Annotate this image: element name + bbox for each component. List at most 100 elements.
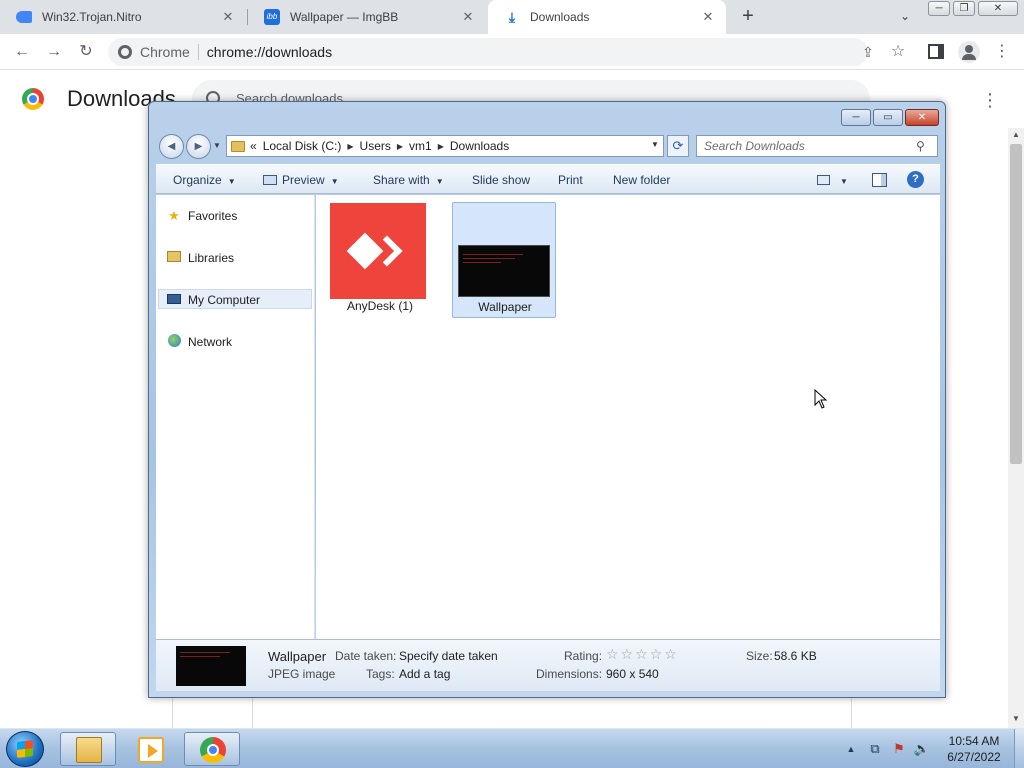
taskbar-media-player-button[interactable]	[122, 732, 178, 766]
file-name: Wallpaper	[478, 300, 532, 314]
tab-title: Wallpaper — ImgBB	[290, 10, 399, 24]
explorer-close-button[interactable]: ✕	[905, 109, 939, 126]
breadcrumb-arrow-icon[interactable]: ▶	[397, 142, 403, 151]
explorer-back-icon[interactable]: ◀	[159, 134, 184, 159]
search-icon[interactable]: ⚲	[916, 137, 934, 155]
explorer-nav-buttons: ◀ ▶	[159, 132, 213, 160]
date-taken-value[interactable]: Specify date taken	[399, 649, 498, 663]
drive-icon	[16, 11, 32, 23]
reload-icon[interactable]: ↻	[76, 42, 96, 62]
file-item-wallpaper[interactable]: Wallpaper	[452, 202, 556, 318]
mouse-cursor-icon	[814, 389, 828, 409]
folder-icon	[76, 737, 102, 763]
explorer-forward-icon[interactable]: ▶	[186, 134, 211, 159]
dimensions-label: Dimensions:	[536, 667, 603, 681]
breadcrumb-vm1[interactable]: vm1	[409, 139, 432, 153]
ibb-logo-icon: ibb	[264, 9, 280, 25]
explorer-window: ─ ▭ ✕ ◀ ▶ ▼ « Local Disk (C:) ▶ Users ▶ …	[148, 101, 946, 698]
tab-title: Win32.Trojan.Nitro	[42, 10, 142, 24]
address-dropdown-icon[interactable]: ▼	[649, 140, 661, 152]
libraries-icon	[166, 250, 182, 266]
slide-show-button[interactable]: Slide show	[472, 165, 530, 195]
clock-time: 10:54 AM	[948, 734, 1000, 748]
taskbar-chrome-button[interactable]	[184, 732, 240, 766]
nav-network[interactable]: Network	[166, 332, 232, 352]
new-folder-button[interactable]: New folder	[613, 165, 670, 195]
breadcrumb-arrow-icon[interactable]: ▶	[438, 142, 444, 151]
breadcrumb-overflow[interactable]: «	[250, 139, 257, 153]
dropdown-arrow-icon: ▼	[840, 177, 848, 186]
tab-wallpaper-imgbb[interactable]: ibb Wallpaper — ImgBB ✕	[248, 0, 486, 34]
share-with-button[interactable]: Share with ▼	[373, 165, 444, 195]
media-player-icon	[138, 737, 164, 763]
tab-downloads[interactable]: ⤓ Downloads ✕	[488, 0, 726, 34]
close-tab-icon[interactable]: ✕	[700, 9, 716, 25]
side-panel-icon[interactable]	[928, 44, 944, 59]
nav-favorites[interactable]: ★ Favorites	[166, 206, 237, 226]
wallpaper-thumbnail-image	[458, 245, 550, 297]
new-tab-icon[interactable]: +	[737, 5, 759, 27]
browser-menu-icon[interactable]: ⋮	[994, 42, 1010, 62]
breadcrumb-local-disk[interactable]: Local Disk (C:)	[263, 139, 342, 153]
help-icon[interactable]: ?	[907, 171, 924, 188]
nav-my-computer-label: My Computer	[188, 293, 261, 307]
nav-favorites-label: Favorites	[188, 209, 238, 223]
scroll-down-arrow-icon[interactable]: ▼	[1008, 712, 1024, 726]
anydesk-app-icon	[330, 203, 426, 299]
minimize-button[interactable]: ─	[928, 1, 950, 16]
back-arrow-icon[interactable]: ←	[12, 42, 32, 62]
explorer-minimize-button[interactable]: ─	[841, 109, 871, 126]
taskbar-explorer-button[interactable]	[60, 732, 116, 766]
breadcrumb-downloads[interactable]: Downloads	[450, 139, 509, 153]
close-window-button[interactable]: ✕	[978, 1, 1018, 16]
scrollbar-thumb[interactable]	[1010, 144, 1022, 464]
network-tray-icon[interactable]: ⧉	[866, 737, 884, 761]
scroll-up-arrow-icon[interactable]: ▲	[1008, 128, 1024, 142]
tags-value[interactable]: Add a tag	[399, 667, 450, 681]
nav-my-computer[interactable]: My Computer	[166, 290, 260, 310]
omnibox-url[interactable]: chrome://downloads	[207, 44, 332, 60]
organize-button[interactable]: Organize ▼	[173, 165, 236, 195]
downloads-more-menu-icon[interactable]: ⋮	[980, 88, 1000, 112]
bookmark-star-icon[interactable]: ☆	[888, 42, 908, 62]
tags-label: Tags:	[366, 667, 395, 681]
details-thumbnail-image	[176, 646, 246, 686]
close-tab-icon[interactable]: ✕	[460, 9, 476, 25]
breadcrumb-arrow-icon[interactable]: ▶	[347, 142, 353, 151]
tab-search-chevron-icon[interactable]: ⌄	[896, 7, 914, 25]
file-item-anydesk[interactable]: AnyDesk (1)	[328, 202, 432, 318]
share-with-label: Share with	[373, 173, 430, 187]
size-label: Size:	[746, 649, 773, 663]
rating-stars[interactable]: ☆☆☆☆☆	[606, 646, 679, 663]
print-button[interactable]: Print	[558, 165, 583, 195]
tab-win32-trojan[interactable]: Win32.Trojan.Nitro ✕	[0, 0, 246, 34]
share-icon[interactable]: ⇪	[858, 42, 878, 62]
start-button-icon[interactable]	[6, 731, 44, 767]
taskbar-clock[interactable]: 10:54 AM 6/27/2022	[938, 733, 1010, 765]
action-center-flag-icon[interactable]: ⚑	[890, 737, 908, 761]
omnibox-site-label: Chrome	[140, 44, 190, 60]
file-name: AnyDesk (1)	[346, 299, 414, 313]
explorer-address-bar[interactable]: « Local Disk (C:) ▶ Users ▶ vm1 ▶ Downlo…	[226, 135, 664, 157]
navigation-pane: ★ Favorites Libraries My Computer Networ…	[156, 195, 315, 639]
show-desktop-button[interactable]	[1014, 729, 1024, 768]
browser-toolbar: ← → ↻ Chrome chrome://downloads ⇪ ☆ ⋮	[0, 34, 1024, 70]
dropdown-arrow-icon: ▼	[435, 177, 444, 186]
breadcrumb-users[interactable]: Users	[360, 139, 391, 153]
preview-pane-icon[interactable]	[872, 173, 887, 187]
explorer-search-input[interactable]: Search Downloads	[696, 135, 938, 157]
chrome-page-icon	[118, 45, 132, 59]
show-hidden-icons-icon[interactable]: ▲	[844, 737, 858, 761]
profile-avatar-icon[interactable]	[958, 41, 980, 63]
nav-libraries[interactable]: Libraries	[166, 248, 234, 268]
recent-pages-dropdown-icon[interactable]: ▼	[213, 140, 225, 152]
omnibox[interactable]: Chrome chrome://downloads	[108, 38, 868, 66]
change-view-button[interactable]: ▼	[817, 165, 848, 195]
volume-icon[interactable]: 🔈	[913, 737, 931, 761]
restore-button[interactable]: ❐	[953, 1, 975, 16]
forward-arrow-icon[interactable]: →	[44, 42, 64, 62]
refresh-icon[interactable]: ⟳	[667, 135, 689, 157]
explorer-maximize-button[interactable]: ▭	[873, 109, 903, 126]
close-tab-icon[interactable]: ✕	[220, 9, 236, 25]
preview-button[interactable]: Preview ▼	[263, 165, 339, 195]
